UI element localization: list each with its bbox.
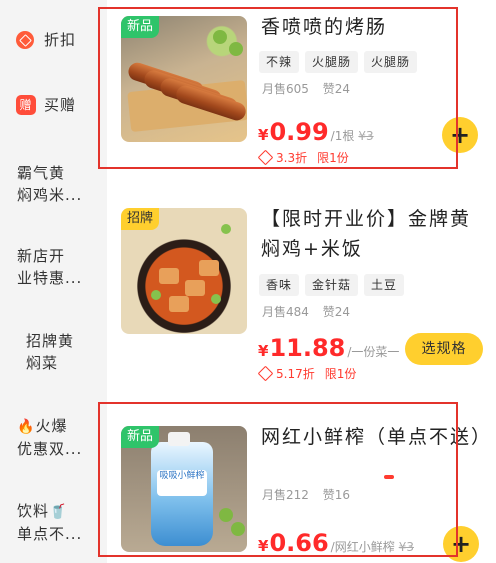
- monthly-sales: 月售212: [262, 488, 309, 502]
- pouch-label: 吸吸小鲜榨: [157, 470, 207, 496]
- sidebar-item-label: 买赠: [44, 96, 77, 114]
- price-row: ¥0.99 /1根 ¥3: [258, 118, 374, 146]
- purchase-limit: 限1份: [317, 151, 349, 165]
- current-price: ¥11.88: [258, 334, 346, 362]
- sidebar-item-label: 单点不...: [17, 525, 83, 543]
- purchase-limit: 限1份: [324, 367, 357, 381]
- sidebar-item-label: 饮料: [17, 502, 50, 520]
- annotation-mark: [384, 475, 394, 479]
- price-unit: /一份菜一: [347, 345, 400, 359]
- discount-tag-icon: [257, 365, 274, 382]
- likes-count: 赞24: [322, 82, 351, 96]
- option-chip: 金针菇: [305, 274, 359, 296]
- option-chips: 香味 金针菇 土豆: [259, 274, 405, 296]
- sidebar-item-label: 焖菜: [26, 354, 59, 372]
- greens-graphic: [221, 224, 231, 234]
- new-tag: 新品: [121, 426, 160, 448]
- sidebar-item-combo[interactable]: 霸气黄 焖鸡米...: [0, 162, 107, 206]
- sidebar-item-label: 焖鸡米...: [17, 186, 83, 204]
- sales-info: 月售212 赞16: [262, 486, 360, 503]
- sales-info: 月售484 赞24: [262, 303, 360, 320]
- select-spec-button[interactable]: 选规格: [405, 333, 483, 365]
- option-chip: 土豆: [364, 274, 405, 296]
- likes-count: 赞16: [322, 488, 351, 502]
- sidebar-item-label: 优惠双...: [17, 440, 83, 458]
- sidebar-item-label: 折扣: [44, 31, 77, 49]
- discount-icon: [16, 31, 34, 49]
- sidebar-item-hot-deals[interactable]: 🔥火爆 优惠双...: [0, 415, 107, 460]
- sidebar-item-label: 火爆: [35, 417, 68, 435]
- pepper-graphic: [219, 508, 233, 522]
- sidebar-item-discount[interactable]: 折扣: [0, 29, 107, 51]
- product-card-fresh-juice[interactable]: 吸吸小鲜榨 新品 网红小鲜榨（单点不送） 月售212 赞16 ¥0.66 /网红…: [107, 410, 496, 563]
- product-card-sausage[interactable]: 新品 香喷喷的烤肠 不辣 火腿肠 火腿肠 月售605 赞24 ¥0.99 /1根…: [107, 0, 496, 185]
- sidebar-item-label: 业特惠...: [17, 269, 83, 287]
- product-card-braised-chicken[interactable]: 招牌 【限时开业价】金牌黄焖鸡+米饭 香味 金针菇 土豆 月售484 赞24 ¥…: [107, 192, 496, 382]
- product-title[interactable]: 香喷喷的烤肠: [261, 12, 483, 42]
- pouch-cap-graphic: [168, 432, 190, 446]
- add-to-cart-button[interactable]: +: [443, 526, 479, 562]
- product-image: 吸吸小鲜榨 新品: [121, 426, 247, 552]
- promo-info: 5.17折 限1份: [257, 365, 357, 382]
- product-title[interactable]: 【限时开业价】金牌黄焖鸡+米饭: [261, 204, 483, 264]
- sidebar-item-label: 霸气黄: [17, 164, 66, 182]
- original-price: ¥3: [398, 540, 414, 554]
- sales-info: 月售605 赞24: [262, 80, 360, 97]
- monthly-sales: 月售605: [262, 82, 309, 96]
- chicken-graphic: [169, 296, 189, 312]
- discount-tag-icon: [257, 149, 274, 166]
- chicken-graphic: [159, 268, 179, 284]
- price-row: ¥11.88 /一份菜一: [258, 334, 399, 362]
- price-unit: /1根: [330, 129, 355, 143]
- price-unit: /网红小鲜榨: [330, 540, 395, 554]
- original-price: ¥3: [358, 129, 374, 143]
- sidebar-item-signature[interactable]: 招牌黄 焖菜: [0, 330, 107, 374]
- option-chips: 不辣 火腿肠 火腿肠: [259, 51, 418, 73]
- greens-graphic: [211, 294, 221, 304]
- chicken-graphic: [199, 260, 219, 276]
- price-row: ¥0.66 /网红小鲜榨 ¥3: [258, 529, 414, 557]
- sidebar-item-label: 新店开: [17, 247, 66, 265]
- pepper-graphic: [229, 42, 243, 56]
- monthly-sales: 月售484: [262, 305, 309, 319]
- pepper-graphic: [213, 30, 227, 44]
- discount-rate: 5.17折: [276, 367, 315, 381]
- new-tag: 新品: [121, 16, 160, 38]
- signature-tag: 招牌: [121, 208, 160, 230]
- product-title[interactable]: 网红小鲜榨（单点不送）: [261, 422, 490, 452]
- discount-rate: 3.3折: [276, 151, 308, 165]
- product-image: 招牌: [121, 208, 247, 334]
- current-price: ¥0.99: [258, 118, 329, 146]
- option-chip: 香味: [259, 274, 300, 296]
- pepper-graphic: [231, 522, 245, 536]
- category-sidebar: 折扣 赠 买赠 霸气黄 焖鸡米... 新店开 业特惠... 招牌黄 焖菜 🔥火爆…: [0, 0, 107, 563]
- option-chip: 火腿肠: [364, 51, 418, 73]
- gift-badge-icon: 赠: [16, 95, 36, 115]
- sidebar-item-label: 招牌黄: [26, 332, 75, 350]
- current-price: ¥0.66: [258, 529, 329, 557]
- sidebar-item-gift[interactable]: 赠 买赠: [0, 94, 107, 116]
- promo-info: 3.3折 限1份: [257, 149, 349, 166]
- sidebar-item-drinks[interactable]: 饮料🥤 单点不...: [0, 500, 107, 545]
- option-chip: 火腿肠: [305, 51, 359, 73]
- chicken-graphic: [185, 280, 205, 296]
- add-to-cart-button[interactable]: +: [442, 117, 478, 153]
- likes-count: 赞24: [322, 305, 351, 319]
- option-chip: 不辣: [259, 51, 300, 73]
- greens-graphic: [151, 290, 161, 300]
- fire-icon: 🔥: [17, 419, 36, 435]
- sidebar-item-new-store[interactable]: 新店开 业特惠...: [0, 245, 107, 289]
- drink-cup-icon: 🥤: [49, 504, 68, 520]
- product-image: 新品: [121, 16, 247, 142]
